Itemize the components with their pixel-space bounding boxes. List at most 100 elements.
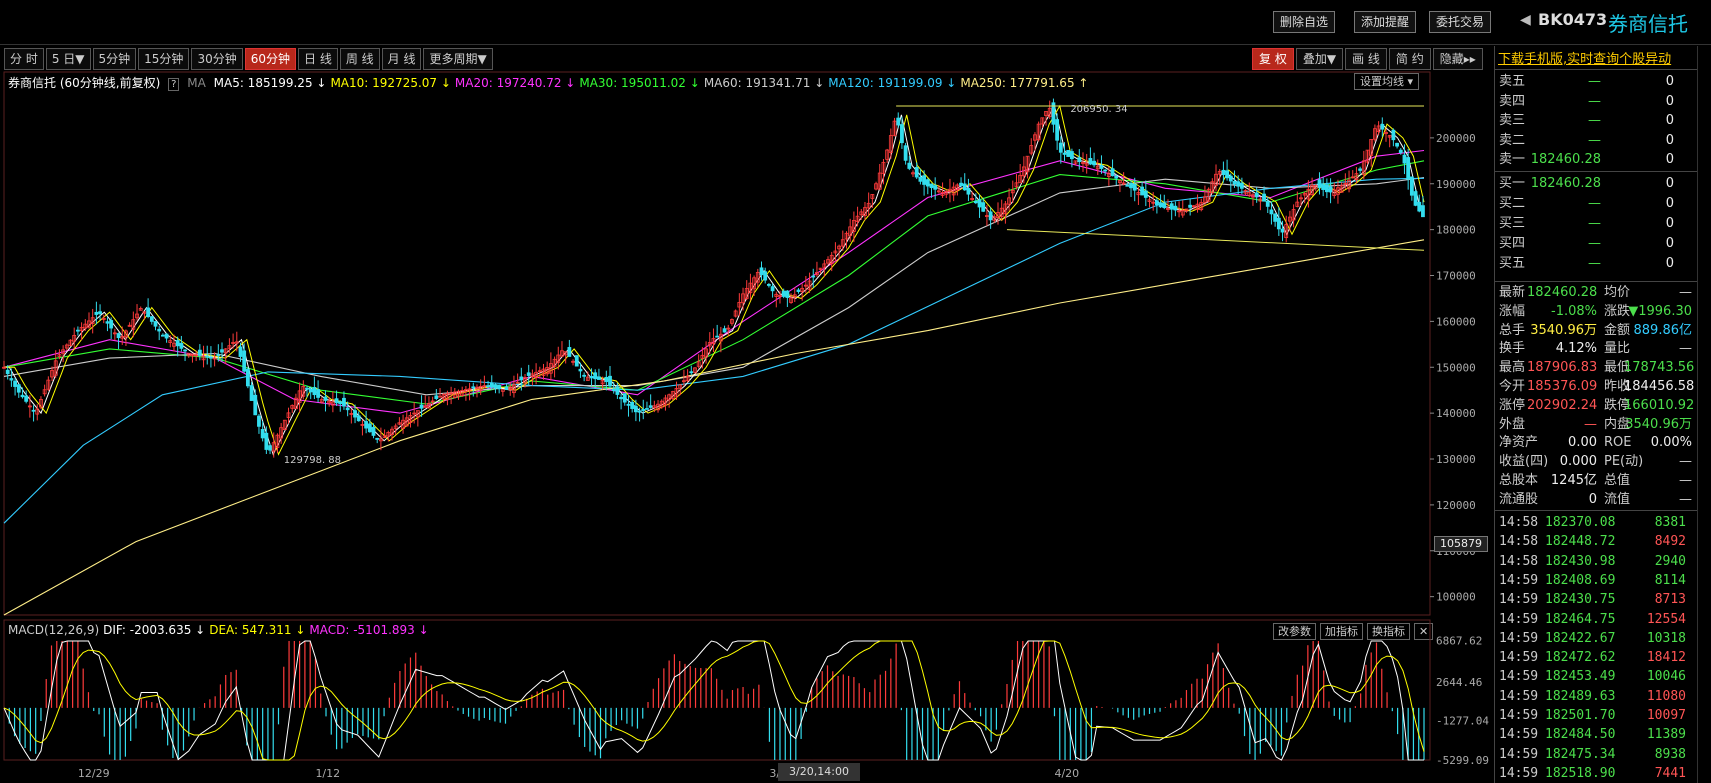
order-volume: 0 xyxy=(1665,132,1674,148)
stat-value: 889.86亿 xyxy=(1633,322,1693,338)
candle-body xyxy=(356,415,361,422)
candle-body xyxy=(1421,205,1425,218)
stat-value: ▼1996.30 xyxy=(1628,303,1692,319)
tick-price: 182475.34 xyxy=(1545,746,1616,762)
candle-body xyxy=(338,401,343,405)
dea-line xyxy=(3,640,1425,761)
order-price: — xyxy=(1588,256,1601,271)
candle-body xyxy=(253,394,258,416)
candle-body xyxy=(238,346,243,357)
buy-order-row[interactable]: 买一 182460.28 0 xyxy=(1499,174,1689,194)
candle-body xyxy=(1092,160,1096,166)
stock-code: BK0473 xyxy=(1538,10,1608,29)
candle-body xyxy=(622,393,627,403)
sell-order-row[interactable]: 卖二 — 0 xyxy=(1499,131,1689,151)
kline-chart[interactable]: 200000 190000 180000 170000 160000 150000 1400… xyxy=(0,0,1494,783)
tick-price: 182489.63 xyxy=(1545,688,1616,704)
buy-order-row[interactable]: 买四 — 0 xyxy=(1499,234,1689,254)
tick-time: 14:59 xyxy=(1499,592,1539,608)
tick-volume: 7441 xyxy=(1654,765,1686,781)
candle-body xyxy=(242,350,247,372)
side-strip xyxy=(1697,46,1711,783)
buy-order-row[interactable]: 买五 — 0 xyxy=(1499,254,1689,274)
candle-body xyxy=(766,284,771,286)
buy-order-row[interactable]: 买二 — 0 xyxy=(1499,194,1689,214)
tick-price: 182430.75 xyxy=(1545,592,1616,608)
sell-order-row[interactable]: 卖一 182460.28 0 xyxy=(1499,150,1689,170)
stat-value: 4.12% xyxy=(1555,341,1597,357)
order-volume: 0 xyxy=(1665,236,1674,251)
buy-order-row[interactable]: 买三 — 0 xyxy=(1499,214,1689,234)
stat-label: 最高 xyxy=(1499,360,1526,376)
candle-body xyxy=(1262,193,1266,202)
candle-body xyxy=(645,408,649,410)
stat-row: 总股本 1245亿 总值 — xyxy=(1499,471,1694,490)
order-price: — xyxy=(1588,216,1601,231)
candle-body xyxy=(220,349,224,353)
macd-tick-label: 2644.46 xyxy=(1436,676,1482,689)
candle-body xyxy=(149,316,154,322)
candle-body xyxy=(146,307,151,317)
tick-time: 14:59 xyxy=(1499,669,1539,685)
tick-price: 182464.75 xyxy=(1545,611,1616,627)
y-tick-label: 150000 xyxy=(1436,361,1476,374)
sell-order-row[interactable]: 卖三 — 0 xyxy=(1499,111,1689,131)
order-label: 买一 xyxy=(1499,176,1526,191)
back-arrow-icon[interactable]: ◀ xyxy=(1520,12,1531,28)
tick-price: 182448.72 xyxy=(1545,534,1616,550)
tick-volume: 10097 xyxy=(1646,708,1686,723)
candle-body xyxy=(205,355,210,358)
candle-body xyxy=(260,429,265,439)
candle-body xyxy=(1188,204,1193,208)
low-annotation: 129798. 88 xyxy=(284,455,341,466)
candle-body xyxy=(375,437,380,440)
candle-body xyxy=(796,289,801,292)
stat-value: 0 xyxy=(1588,491,1597,507)
stat-value: 202902.24 xyxy=(1527,397,1598,413)
tick-time: 14:59 xyxy=(1499,765,1539,781)
sell-order-row[interactable]: 卖四 — 0 xyxy=(1499,92,1689,112)
tick-volume: 8381 xyxy=(1654,515,1686,530)
order-price: — xyxy=(1588,196,1601,211)
stat-label: 外盘 xyxy=(1499,416,1526,432)
order-label: 买四 xyxy=(1499,236,1526,251)
tick-volume: 8938 xyxy=(1654,746,1686,762)
tick-row: 14:59 182484.50 11389 xyxy=(1499,725,1689,744)
tick-volume: 11080 xyxy=(1646,688,1686,704)
y-tick-label: 170000 xyxy=(1436,270,1476,283)
candle-body xyxy=(20,394,25,398)
candle-body xyxy=(1239,182,1244,189)
download-mobile-link[interactable]: 下载手机版,实时查询个股异动 xyxy=(1498,48,1671,67)
candle-body xyxy=(619,396,623,400)
candle-body xyxy=(689,371,694,374)
dif-line xyxy=(3,640,1424,761)
candle-body xyxy=(959,182,963,186)
candle-body xyxy=(785,290,790,298)
candle-body xyxy=(1358,168,1363,171)
candle-body xyxy=(334,398,339,404)
candle-body xyxy=(933,185,938,190)
candle-body xyxy=(308,388,313,393)
candle-body xyxy=(922,175,926,185)
tick-row: 14:59 182501.70 10097 xyxy=(1499,706,1689,725)
candle-body xyxy=(116,333,121,339)
candle-body xyxy=(763,271,768,281)
tick-time: 14:59 xyxy=(1499,746,1539,762)
sell-order-row[interactable]: 卖五 — 0 xyxy=(1499,72,1689,92)
candle-body xyxy=(1236,181,1241,187)
tick-price: 182453.49 xyxy=(1545,669,1616,685)
stat-row: 换手 4.12% 量比 — xyxy=(1499,339,1694,358)
x-tick-label: 1/12 xyxy=(315,767,340,780)
candle-body xyxy=(1114,175,1119,179)
quote-panel: 下载手机版,实时查询个股异动 卖五 —0 卖四 —0 卖三 —0 卖二 —0 卖一 182460.… xyxy=(1494,46,1697,783)
tick-row: 14:59 182475.34 8938 xyxy=(1499,745,1689,764)
candle-body xyxy=(1413,191,1418,206)
order-label: 买三 xyxy=(1499,216,1526,231)
order-price: — xyxy=(1588,236,1601,251)
tick-volume: 12554 xyxy=(1646,611,1686,627)
candle-body xyxy=(1395,142,1399,147)
candle-body xyxy=(811,275,816,278)
stat-value: 182460.28 xyxy=(1527,285,1598,300)
candle-body xyxy=(264,432,269,450)
tick-row: 14:59 182518.90 7441 xyxy=(1499,764,1689,783)
